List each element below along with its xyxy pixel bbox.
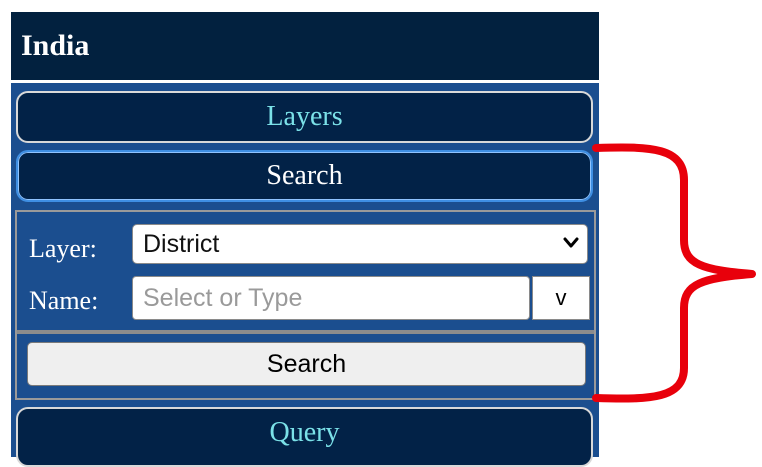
search-form: Layer: District Name: v bbox=[19, 214, 592, 330]
accordion-query-header[interactable]: Query bbox=[16, 407, 593, 467]
accordion-search-header[interactable]: Search bbox=[16, 150, 593, 202]
search-submit-button[interactable]: Search bbox=[27, 342, 586, 386]
name-label: Name: bbox=[29, 286, 99, 315]
search-panel-content: Layer: District Name: v Search bbox=[15, 210, 596, 400]
form-divider bbox=[17, 330, 594, 334]
accordion-layers-header[interactable]: Layers bbox=[16, 91, 593, 143]
layer-label: Layer: bbox=[29, 234, 97, 263]
name-dropdown-toggle-button[interactable]: v bbox=[532, 276, 590, 320]
layer-select[interactable]: District bbox=[132, 224, 588, 264]
name-input[interactable] bbox=[132, 276, 530, 320]
layer-select-value: District bbox=[143, 230, 220, 258]
panel-title: India bbox=[11, 12, 599, 80]
chevron-down-icon bbox=[563, 225, 579, 249]
curly-brace-icon bbox=[592, 143, 756, 403]
